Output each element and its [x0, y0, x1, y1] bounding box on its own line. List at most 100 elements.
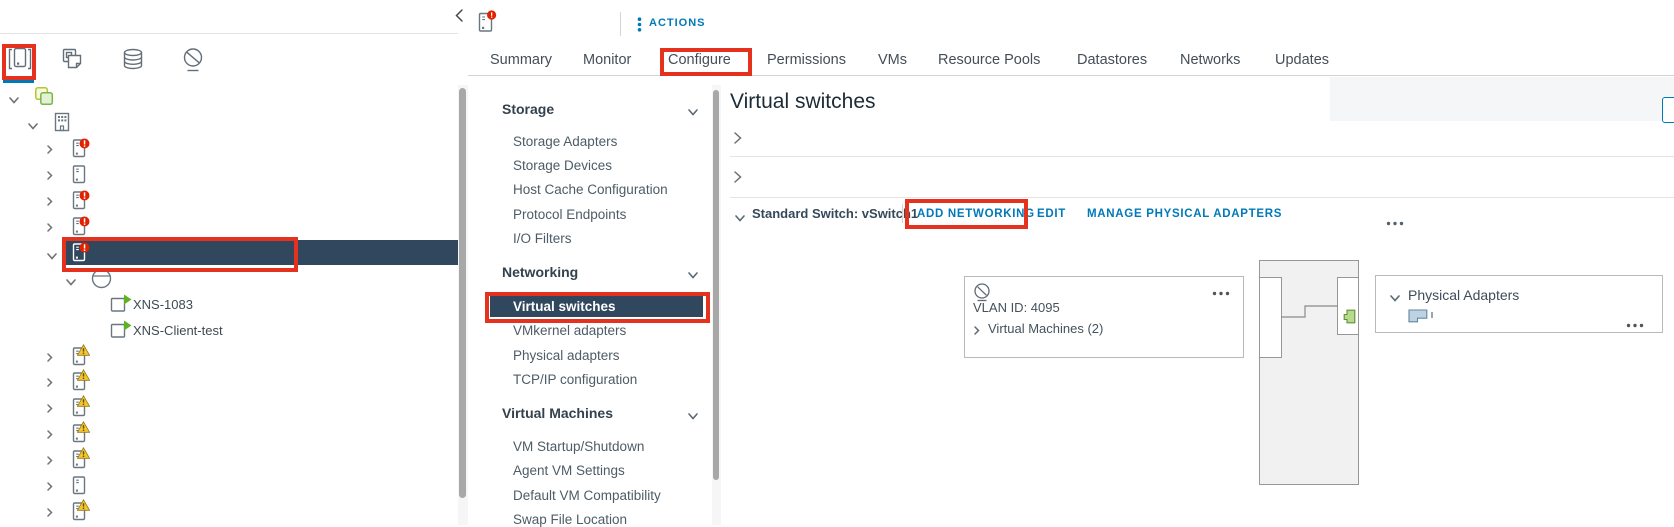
- tree-row[interactable]: [0, 343, 458, 369]
- section-chevron-icon[interactable]: [687, 408, 699, 426]
- tree-expander-icon[interactable]: [46, 194, 54, 212]
- config-menu-item-storage-adapters[interactable]: Storage Adapters: [513, 134, 617, 149]
- tab-resource-pools[interactable]: Resource Pools: [938, 52, 1040, 68]
- row-divider: [730, 156, 1674, 157]
- tree-expander-icon[interactable]: [46, 427, 54, 445]
- tree-row[interactable]: [0, 368, 458, 394]
- config-menu-item-vm-startup-shutdown[interactable]: VM Startup/Shutdown: [513, 439, 644, 454]
- switch-action-edit[interactable]: EDIT: [1037, 208, 1066, 220]
- tree-row[interactable]: [0, 472, 458, 498]
- tree-row[interactable]: [0, 239, 458, 265]
- storage-icon[interactable]: [120, 46, 148, 74]
- tree-expander-icon[interactable]: [46, 142, 54, 160]
- warning-badge-icon: [77, 446, 90, 464]
- tree-row[interactable]: [0, 161, 458, 187]
- tab-datastores[interactable]: Datastores: [1077, 52, 1147, 68]
- tree-row[interactable]: [0, 394, 458, 420]
- config-menu-item-host-cache-configuration[interactable]: Host Cache Configuration: [513, 182, 668, 197]
- tab-updates[interactable]: Updates: [1275, 52, 1329, 68]
- config-scrollbar-thumb[interactable]: [713, 90, 719, 480]
- tree-expander-icon[interactable]: [8, 92, 20, 110]
- switch-action-manage-physical-adapters[interactable]: MANAGE PHYSICAL ADAPTERS: [1087, 208, 1282, 220]
- tree-row[interactable]: XNS-Client-test: [0, 317, 458, 343]
- content-toolbar-button-partial[interactable]: [1662, 97, 1674, 123]
- tree-scrollbar-thumb[interactable]: [459, 88, 466, 498]
- port-group-more-icon[interactable]: [1212, 283, 1230, 301]
- tree-row[interactable]: [0, 83, 458, 109]
- config-section-storage[interactable]: Storage: [502, 101, 554, 117]
- tree-row[interactable]: XNS-1083: [0, 291, 458, 317]
- tree-row[interactable]: [0, 135, 458, 161]
- content-toolbar-strip: [1330, 77, 1674, 121]
- tree-expander-icon[interactable]: [46, 453, 54, 471]
- port-group-port: [1259, 277, 1282, 358]
- config-menu-item-tcp-ip-configuration[interactable]: TCP/IP configuration: [513, 372, 637, 387]
- physical-nic-icon[interactable]: [1408, 309, 1428, 328]
- tree-row[interactable]: [0, 213, 458, 239]
- tree-row[interactable]: [0, 498, 458, 524]
- host-icon: [71, 165, 93, 189]
- vsphere-client-window: ACTIONS Virtual switches Standard Switch…: [0, 0, 1674, 525]
- tree-expander-icon[interactable]: [46, 479, 54, 497]
- hosts-and-clusters-icon[interactable]: [6, 46, 34, 74]
- actions-button[interactable]: ACTIONS: [649, 17, 706, 29]
- physical-adapters-more-icon[interactable]: [1626, 315, 1644, 333]
- tree-expander-icon[interactable]: [46, 505, 54, 523]
- tab-permissions[interactable]: Permissions: [767, 52, 846, 68]
- config-menu-item-default-vm-compatibility[interactable]: Default VM Compatibility: [513, 488, 661, 503]
- collapse-vswitch-icon[interactable]: [734, 210, 746, 228]
- config-menu-item-physical-adapters[interactable]: Physical adapters: [513, 348, 620, 363]
- switch-action-add-networking[interactable]: ADD NETWORKING: [917, 208, 1035, 220]
- more-actions-icon[interactable]: [1386, 213, 1404, 231]
- tree-expander-icon[interactable]: [46, 220, 54, 238]
- config-section-networking[interactable]: Networking: [502, 264, 578, 280]
- tab-monitor[interactable]: Monitor: [583, 52, 631, 68]
- expand-virtual-machines-icon[interactable]: [973, 323, 981, 341]
- adapter-port-icon: [1343, 309, 1356, 329]
- vswitch-title: Standard Switch: vSwitch1: [752, 206, 918, 221]
- tab-networks[interactable]: Networks: [1180, 52, 1240, 68]
- tab-vms[interactable]: VMs: [878, 52, 907, 68]
- tree-expander-icon[interactable]: [65, 274, 77, 292]
- tree-row[interactable]: [0, 420, 458, 446]
- vm-icon: [109, 319, 133, 344]
- config-section-virtual-machines[interactable]: Virtual Machines: [502, 405, 613, 421]
- collapse-sidebar-button[interactable]: [454, 8, 464, 28]
- section-chevron-icon[interactable]: [687, 267, 699, 285]
- tab-configure[interactable]: Configure: [668, 52, 731, 68]
- tree-expander-icon[interactable]: [46, 350, 54, 368]
- section-chevron-icon[interactable]: [687, 104, 699, 122]
- actions-menu-icon: [637, 17, 642, 37]
- switch-actions-divider: [902, 204, 903, 223]
- networking-icon[interactable]: [180, 46, 208, 74]
- expand-switch-row-icon[interactable]: [733, 170, 743, 189]
- collapse-physical-adapters-icon[interactable]: [1389, 290, 1401, 308]
- tree-expander-icon[interactable]: [27, 118, 39, 136]
- tree-expander-icon[interactable]: [46, 375, 54, 393]
- error-badge-icon: [79, 136, 90, 154]
- page-title: Virtual switches: [730, 90, 876, 114]
- config-menu-item-vmkernel-adapters[interactable]: VMkernel adapters: [513, 323, 626, 338]
- config-menu-item-i-o-filters[interactable]: I/O Filters: [513, 231, 572, 246]
- error-badge-icon: [79, 240, 90, 258]
- row-divider: [730, 197, 1674, 198]
- tree-row[interactable]: [0, 187, 458, 213]
- config-menu-item-storage-devices[interactable]: Storage Devices: [513, 158, 612, 173]
- tab-summary[interactable]: Summary: [490, 52, 552, 68]
- tree-expander-icon[interactable]: [46, 248, 58, 266]
- config-menu-item-virtual-switches[interactable]: Virtual switches: [513, 299, 616, 314]
- tree-row[interactable]: [0, 109, 458, 135]
- vms-and-templates-icon[interactable]: [59, 46, 87, 74]
- tree-row[interactable]: [0, 265, 458, 291]
- expand-switch-row-icon[interactable]: [733, 131, 743, 150]
- config-menu-item-agent-vm-settings[interactable]: Agent VM Settings: [513, 463, 625, 478]
- config-menu-item-protocol-endpoints[interactable]: Protocol Endpoints: [513, 207, 626, 222]
- tree-expander-icon[interactable]: [46, 168, 54, 186]
- virtual-machines-label[interactable]: Virtual Machines (2): [988, 321, 1103, 336]
- vlan-id-label: VLAN ID: 4095: [973, 300, 1060, 315]
- datacenter-icon: [52, 111, 74, 138]
- tree-row[interactable]: [0, 446, 458, 472]
- header-divider: [620, 12, 621, 36]
- resource-pool-icon: [90, 267, 112, 296]
- tree-expander-icon[interactable]: [46, 401, 54, 419]
